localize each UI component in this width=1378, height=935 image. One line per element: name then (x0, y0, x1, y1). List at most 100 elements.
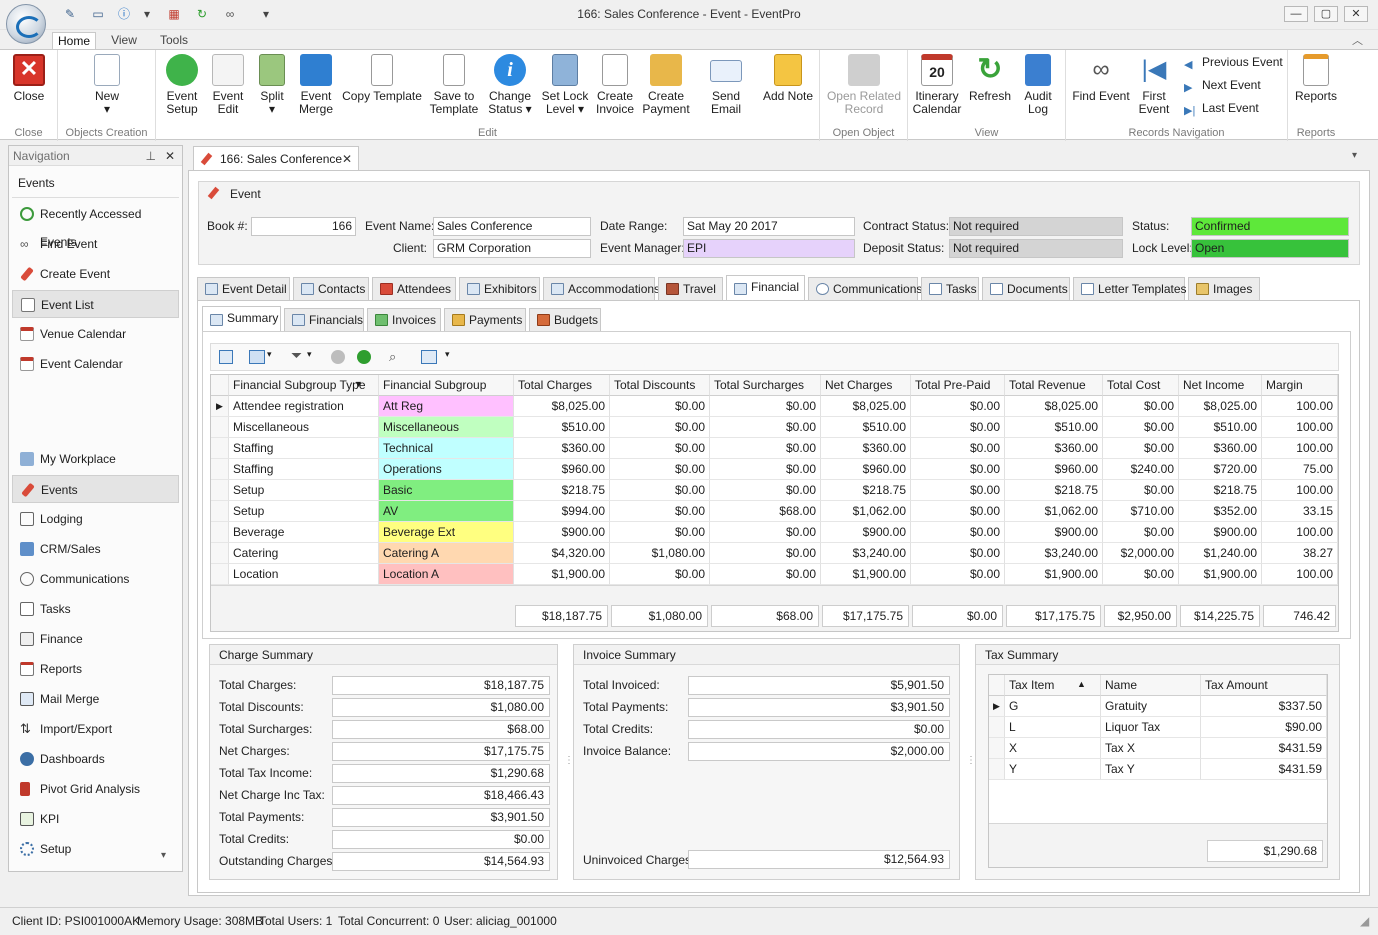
nav-overflow-icon[interactable]: ▾ (161, 850, 166, 861)
columns-dropdown-icon[interactable]: ▾ (267, 349, 272, 360)
row-indicator[interactable] (211, 417, 229, 438)
grid-cell[interactable]: 100.00 (1262, 417, 1338, 438)
grid-cell[interactable]: $510.00 (821, 417, 911, 438)
nav-module-crm-sales[interactable]: CRM/Sales (12, 535, 179, 563)
tab-attendees[interactable]: Attendees (372, 277, 456, 301)
tab-list-dropdown-icon[interactable]: ▾ (1352, 150, 1357, 161)
maximize-button[interactable]: ▢ (1314, 6, 1338, 22)
close-window-button[interactable]: ✕ (1344, 6, 1368, 22)
grid-cell[interactable]: Operations (379, 459, 514, 480)
new-button[interactable]: New ▾ (82, 54, 132, 116)
grid-cell[interactable]: $0.00 (710, 522, 821, 543)
grid-cell[interactable]: Basic (379, 480, 514, 501)
row-indicator[interactable] (211, 438, 229, 459)
grid-cell[interactable]: $0.00 (710, 459, 821, 480)
tab-exhibitors[interactable]: Exhibitors (459, 277, 540, 301)
tax-cell[interactable]: Liquor Tax (1101, 717, 1201, 738)
nav-module-pivot-grid-analysis[interactable]: Pivot Grid Analysis (12, 775, 179, 803)
export-icon[interactable] (421, 350, 437, 364)
grid-cell[interactable]: $2,000.00 (1103, 543, 1179, 564)
document-tab[interactable]: 166: Sales Conference ✕ (193, 146, 359, 171)
row-indicator[interactable]: ▶ (989, 696, 1005, 717)
tab-documents[interactable]: Documents (982, 277, 1070, 301)
set-lock-level-button[interactable]: Set Lock Level ▾ (540, 54, 590, 116)
grid-cell[interactable]: $1,080.00 (610, 543, 710, 564)
grid-cell[interactable]: $8,025.00 (1005, 396, 1103, 417)
nav-recently-accessed-events[interactable]: Recently Accessed Events (12, 200, 179, 249)
grid-cell[interactable]: 38.27 (1262, 543, 1338, 564)
row-indicator[interactable] (989, 717, 1005, 738)
row-indicator[interactable] (211, 480, 229, 501)
grid-cell[interactable]: $0.00 (1103, 564, 1179, 585)
grid-cell[interactable]: $0.00 (610, 396, 710, 417)
grid-cell[interactable]: $0.00 (1103, 417, 1179, 438)
grid-cell[interactable]: $0.00 (1103, 522, 1179, 543)
reports-button[interactable]: Reports (1292, 54, 1340, 103)
itinerary-calendar-button[interactable]: 20 Itinerary Calendar (912, 54, 962, 116)
row-indicator[interactable] (211, 543, 229, 564)
grid-cell[interactable]: Catering (229, 543, 379, 564)
grid-cell[interactable]: Location A (379, 564, 514, 585)
row-indicator[interactable]: ▶ (211, 396, 229, 417)
sort-ascending-icon[interactable]: ▲ (1077, 679, 1086, 689)
splitter-grip-icon[interactable]: ⋮ (564, 755, 574, 766)
grid-cell[interactable]: $510.00 (1005, 417, 1103, 438)
tax-cell[interactable]: Tax Y (1101, 759, 1201, 780)
last-event-button[interactable]: ▶| Last Event (1184, 98, 1259, 118)
grid-cell[interactable]: $360.00 (514, 438, 610, 459)
nav-module-kpi[interactable]: KPI (12, 805, 179, 833)
event-edit-button[interactable]: Event Edit (206, 54, 250, 116)
grid-cell[interactable]: AV (379, 501, 514, 522)
grid-cell[interactable]: $710.00 (1103, 501, 1179, 522)
tax-cell[interactable]: Y (1005, 759, 1101, 780)
grid-cell[interactable]: $218.75 (821, 480, 911, 501)
tab-images[interactable]: Images (1188, 277, 1260, 301)
grid-cell[interactable]: $360.00 (1179, 438, 1262, 459)
nav-module-finance[interactable]: Finance (12, 625, 179, 653)
grid-cell[interactable]: 100.00 (1262, 438, 1338, 459)
row-indicator[interactable] (989, 759, 1005, 780)
tax-column-header[interactable]: Tax Amount (1201, 675, 1327, 696)
tab-accommodations[interactable]: Accommodations (543, 277, 660, 301)
grid-cell[interactable]: $3,240.00 (1005, 543, 1103, 564)
grid-cell[interactable]: $0.00 (1103, 396, 1179, 417)
tab-financial[interactable]: Financial (726, 275, 805, 301)
grid-cell[interactable]: 75.00 (1262, 459, 1338, 480)
column-header[interactable]: Net Charges (821, 375, 911, 396)
column-header[interactable]: Total Cost (1103, 375, 1179, 396)
nav-find-event[interactable]: ∞ Find Event (12, 230, 179, 258)
status-field[interactable]: Confirmed (1191, 217, 1349, 236)
grid-cell[interactable]: Beverage Ext (379, 522, 514, 543)
next-event-button[interactable]: ▶ Next Event (1184, 75, 1261, 95)
grid-cell[interactable]: $218.75 (514, 480, 610, 501)
filter-icon[interactable]: ⏷ (291, 347, 302, 364)
grid-cell[interactable]: Att Reg (379, 396, 514, 417)
grid-cell[interactable]: $1,240.00 (1179, 543, 1262, 564)
event-merge-button[interactable]: Event Merge (294, 54, 338, 116)
grid-cell[interactable]: $1,062.00 (1005, 501, 1103, 522)
tax-cell[interactable]: Tax X (1101, 738, 1201, 759)
subtab-invoices[interactable]: Invoices (367, 308, 441, 332)
grid-cell[interactable]: Staffing (229, 459, 379, 480)
subtab-budgets[interactable]: Budgets (529, 308, 601, 332)
grid-cell[interactable]: $0.00 (911, 543, 1005, 564)
grid-view-icon[interactable] (219, 350, 233, 364)
refresh-button[interactable]: ↻ Refresh (966, 54, 1014, 103)
grid-cell[interactable]: $0.00 (1103, 480, 1179, 501)
change-status-button[interactable]: i Change Status ▾ (484, 54, 536, 116)
subtab-payments[interactable]: Payments (444, 308, 526, 332)
tax-cell[interactable]: Gratuity (1101, 696, 1201, 717)
grid-cell[interactable]: $68.00 (710, 501, 821, 522)
create-invoice-button[interactable]: Create Invoice (592, 54, 638, 116)
grid-cell[interactable]: $240.00 (1103, 459, 1179, 480)
grid-cell[interactable]: $0.00 (710, 417, 821, 438)
event-name-field[interactable]: Sales Conference (433, 217, 591, 236)
open-related-record-button[interactable]: Open Related Record (826, 54, 902, 116)
expand-all-icon[interactable] (357, 350, 371, 364)
grid-cell[interactable]: $1,900.00 (821, 564, 911, 585)
grid-cell[interactable]: $0.00 (710, 543, 821, 564)
grid-cell[interactable]: Staffing (229, 438, 379, 459)
column-header[interactable]: Total Pre-Paid (911, 375, 1005, 396)
create-payment-button[interactable]: Create Payment (640, 54, 692, 116)
tax-cell[interactable]: X (1005, 738, 1101, 759)
